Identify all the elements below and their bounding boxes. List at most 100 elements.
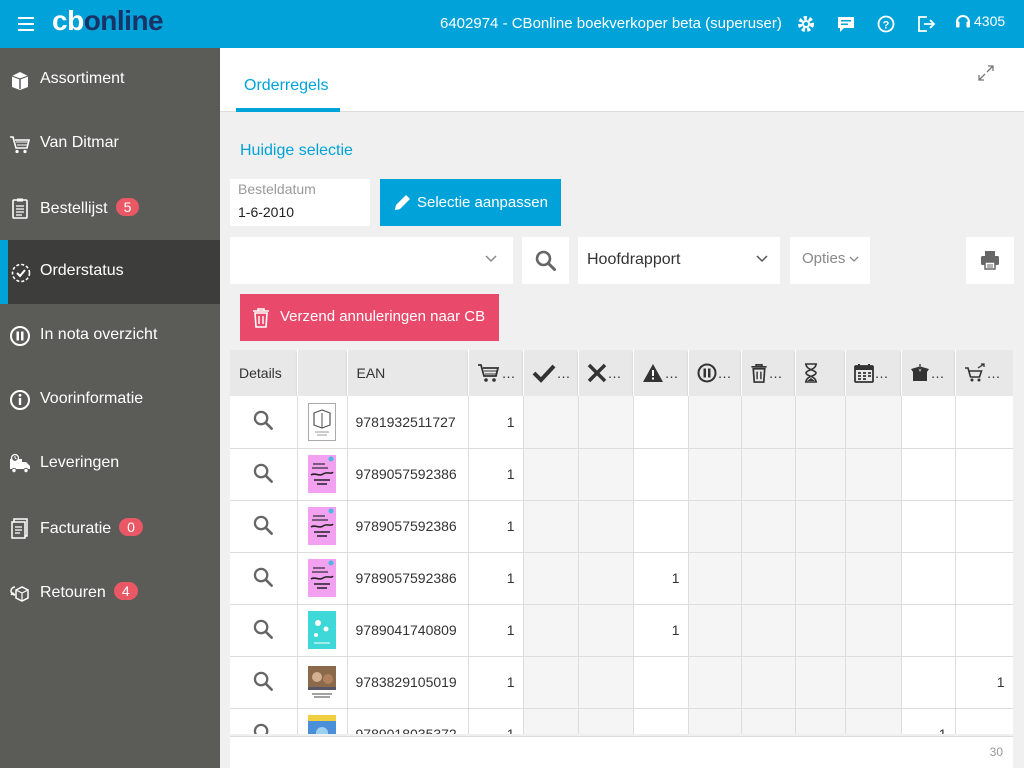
- column-header-shipped[interactable]: …: [901, 350, 956, 396]
- report-dropdown[interactable]: Hoofdrapport: [578, 237, 780, 284]
- column-header-problem[interactable]: …: [633, 350, 689, 396]
- ean-cell: 9789057592386: [347, 552, 469, 605]
- search-icon[interactable]: [253, 410, 274, 431]
- support-phone[interactable]: 4305: [955, 13, 1005, 29]
- details-cell[interactable]: [230, 552, 298, 605]
- column-header-deleted[interactable]: …: [741, 350, 796, 396]
- column-header-details[interactable]: Details: [230, 350, 298, 396]
- printer-icon: [981, 251, 999, 270]
- problem-cell: [633, 500, 689, 553]
- waiting-cell: [795, 604, 846, 657]
- table-row[interactable]: 9781932511727 1: [230, 396, 1013, 449]
- filter-dropdown[interactable]: [230, 237, 513, 284]
- table-row[interactable]: 9783829105019 1 1: [230, 656, 1013, 709]
- edit-selection-button[interactable]: Selectie aanpassen: [380, 179, 561, 226]
- details-cell[interactable]: [230, 604, 298, 657]
- forwarded-cell: [955, 708, 1013, 734]
- sidebar-item-assortiment[interactable]: Assortiment: [0, 48, 220, 112]
- sidebar-item-bestellijst[interactable]: Bestellijst 5: [0, 176, 220, 240]
- sidebar-item-retouren[interactable]: Retouren 4: [0, 560, 220, 624]
- table-row[interactable]: 9789057592386 1: [230, 500, 1013, 553]
- search-icon: [535, 250, 556, 271]
- details-cell[interactable]: [230, 396, 298, 449]
- ordered-cell: 1: [468, 552, 524, 605]
- order-date-field: Besteldatum 1-6-2010: [230, 179, 370, 226]
- sidebar-item-in-nota-overzicht[interactable]: In nota overzicht: [0, 304, 220, 368]
- expected-cell: [845, 656, 902, 709]
- logout-icon[interactable]: [916, 14, 936, 34]
- ordered-cell: 1: [468, 500, 524, 553]
- order-date-value: 1-6-2010: [238, 204, 295, 220]
- table-row[interactable]: 9789057592386 1: [230, 448, 1013, 501]
- table-row[interactable]: 9789018035372 1 1: [230, 708, 1013, 734]
- expected-cell: [845, 396, 902, 449]
- delivery-truck-icon: [10, 453, 30, 474]
- details-cell[interactable]: [230, 448, 298, 501]
- deleted-cell: [741, 448, 796, 501]
- search-button[interactable]: [522, 237, 569, 284]
- ordered-cell: 1: [468, 708, 524, 734]
- cross-icon: [587, 363, 606, 383]
- chat-icon[interactable]: [836, 14, 856, 34]
- delivered-cell: [523, 552, 579, 605]
- shipped-cell: [901, 552, 956, 605]
- send-cancellations-button[interactable]: Verzend annuleringen naar CB: [240, 294, 499, 341]
- selection-title: Huidige selectie: [240, 142, 353, 159]
- logo-part-online: online: [83, 5, 164, 36]
- column-header-expected[interactable]: …: [845, 350, 902, 396]
- book-cover-image: [308, 715, 336, 734]
- forwarded-cell: [955, 552, 1013, 605]
- search-icon[interactable]: [253, 567, 274, 587]
- expand-icon[interactable]: [977, 64, 995, 82]
- column-header-forwarded[interactable]: …: [955, 350, 1013, 396]
- logo[interactable]: cbonline: [52, 5, 164, 37]
- order-lines-table: Details EAN … … … … … … … … … 9781932511…: [230, 350, 1013, 734]
- info-circle-icon: [10, 390, 30, 410]
- details-cell[interactable]: [230, 708, 298, 735]
- sidebar-item-leveringen[interactable]: Leveringen: [0, 432, 220, 496]
- details-cell[interactable]: [230, 500, 298, 553]
- expected-cell: [845, 708, 902, 734]
- details-cell[interactable]: [230, 656, 298, 709]
- forwarded-cell: [955, 448, 1013, 501]
- options-dropdown[interactable]: Opties: [790, 237, 870, 284]
- print-button[interactable]: [966, 237, 1014, 284]
- search-icon[interactable]: [253, 671, 274, 691]
- ordered-cell: 1: [468, 656, 524, 709]
- hourglass-icon: [804, 363, 817, 383]
- column-header-delivered[interactable]: …: [523, 350, 579, 396]
- sidebar-item-van-ditmar[interactable]: Van Ditmar: [0, 112, 220, 176]
- column-header-ordered[interactable]: …: [468, 350, 524, 396]
- count-badge: 4: [113, 582, 138, 600]
- on-hold-cell: [688, 396, 742, 449]
- waiting-cell: [795, 656, 846, 709]
- book-cover-image: [308, 663, 336, 701]
- column-header-cancelled[interactable]: …: [578, 350, 634, 396]
- deleted-cell: [741, 552, 796, 605]
- search-icon[interactable]: [253, 515, 274, 535]
- sidebar-item-label: Facturatie 0: [40, 518, 143, 538]
- logo-part-cb: cb: [52, 5, 84, 36]
- table-row[interactable]: 9789057592386 1 1: [230, 552, 1013, 605]
- search-icon[interactable]: [253, 723, 273, 735]
- ean-cell: 9789041740809: [347, 604, 469, 657]
- edit-selection-label: Selectie aanpassen: [417, 194, 548, 211]
- menu-icon[interactable]: [18, 17, 34, 31]
- cover-cell: [297, 708, 348, 734]
- search-icon[interactable]: [253, 619, 274, 639]
- sidebar-item-text: Retouren: [40, 584, 106, 601]
- tab-orderregels[interactable]: Orderregels: [236, 48, 340, 112]
- cancelled-cell: [578, 604, 634, 657]
- help-icon[interactable]: ?: [876, 14, 896, 34]
- column-header-truncation: …: [768, 365, 783, 381]
- pause-icon: [697, 363, 716, 383]
- sidebar-item-voorinformatie[interactable]: Voorinformatie: [0, 368, 220, 432]
- table-row[interactable]: 9789041740809 1 1: [230, 604, 1013, 657]
- column-header-on-hold[interactable]: …: [688, 350, 742, 396]
- column-header-ean[interactable]: EAN: [347, 350, 469, 396]
- gear-icon[interactable]: [796, 14, 816, 34]
- column-header-waiting[interactable]: [795, 350, 846, 396]
- sidebar-item-orderstatus[interactable]: Orderstatus: [0, 240, 220, 304]
- search-icon[interactable]: [253, 463, 274, 483]
- sidebar-item-facturatie[interactable]: Facturatie 0: [0, 496, 220, 560]
